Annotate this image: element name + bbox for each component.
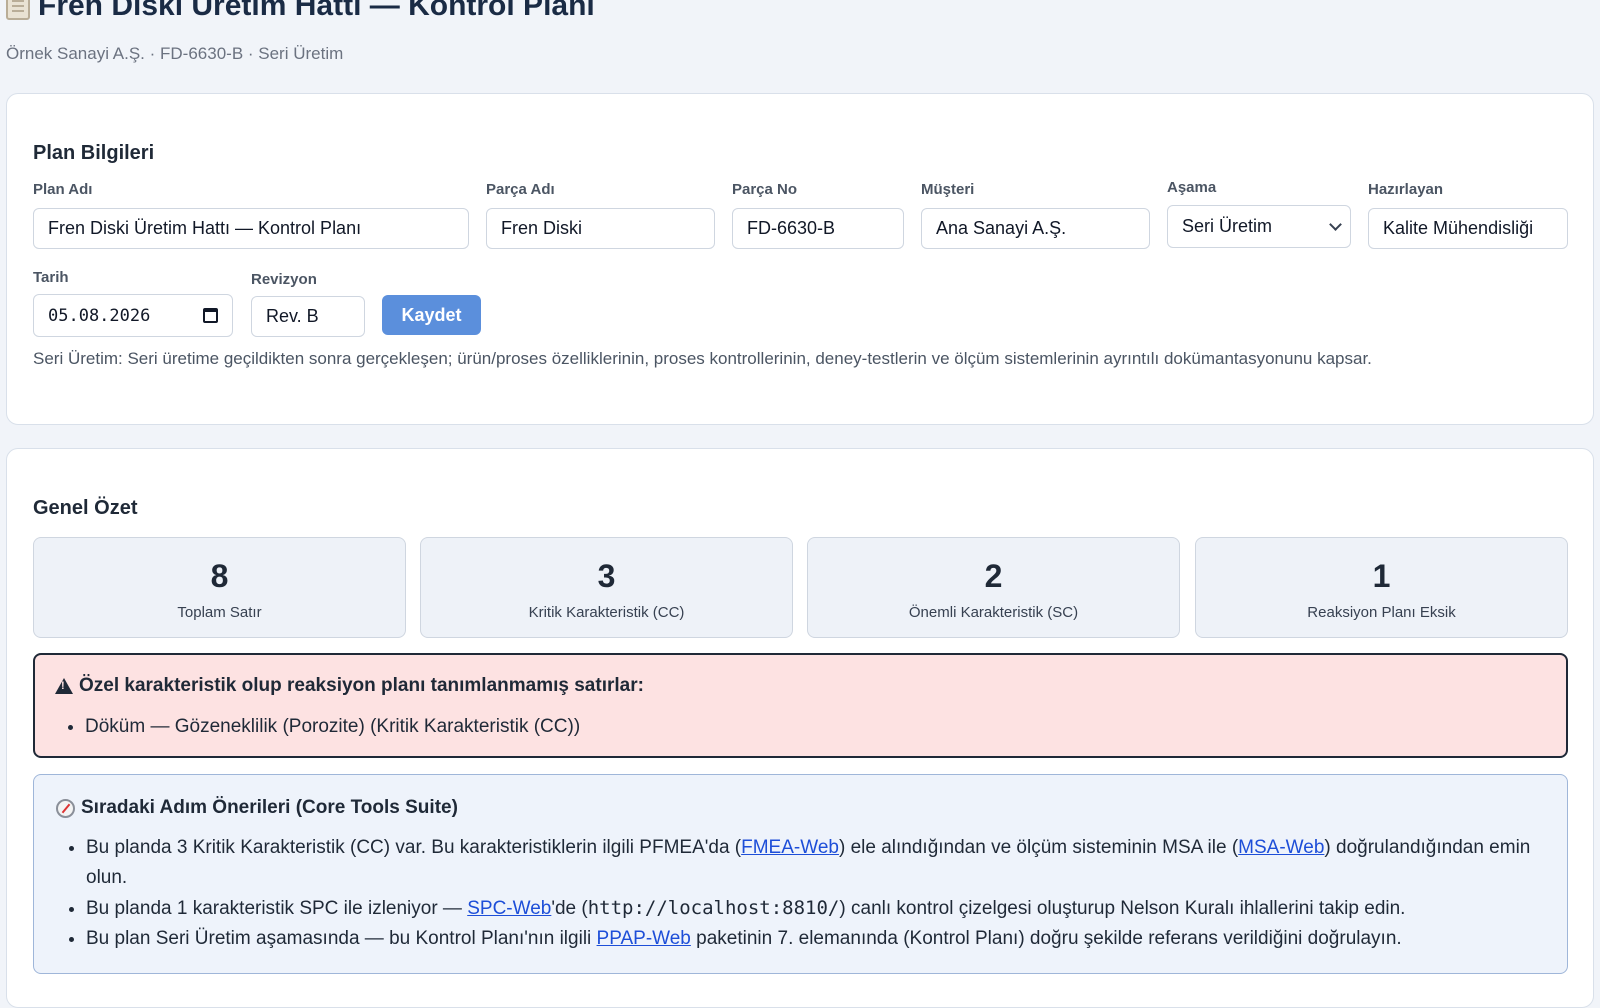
stat-significant-characteristics: 2 Önemli Karakteristik (SC) <box>807 537 1180 638</box>
stat-label: Önemli Karakteristik (SC) <box>908 604 1079 621</box>
stat-label: Reaksiyon Planı Eksik <box>1307 604 1456 621</box>
date-value: 05.08.2026 <box>48 305 151 326</box>
alert-title-text: Özel karakteristik olup reaksiyon planı … <box>79 675 644 696</box>
calendar-icon[interactable] <box>203 308 218 323</box>
stat-label: Toplam Satır <box>177 604 262 621</box>
part-name-input[interactable]: Fren Diski <box>486 208 715 249</box>
plan-info-card: Plan Bilgileri Plan Adı Fren Diski Üreti… <box>6 93 1594 425</box>
summary-card: Genel Özet 8 Toplam Satır 3 Kritik Karak… <box>6 448 1594 1008</box>
plan-info-title: Plan Bilgileri <box>33 142 155 164</box>
save-button[interactable]: Kaydet <box>382 295 481 335</box>
list-item: Bu plan Seri Üretim aşamasında — bu Kont… <box>86 924 1546 954</box>
phase-select[interactable]: Seri Üretim <box>1167 205 1351 248</box>
stat-critical-characteristics: 3 Kritik Karakteristik (CC) <box>420 537 793 638</box>
phase-label: Aşama <box>1167 179 1217 196</box>
compass-icon <box>56 798 75 818</box>
part-name-label: Parça Adı <box>486 181 555 198</box>
list-item: Bu planda 3 Kritik Karakteristik (CC) va… <box>86 833 1546 893</box>
spc-web-link[interactable]: SPC-Web <box>467 898 551 919</box>
next-steps-box: Sıradaki Adım Önerileri (Core Tools Suit… <box>33 774 1568 974</box>
customer-label: Müşteri <box>921 181 975 198</box>
stat-total-rows: 8 Toplam Satır <box>33 537 406 638</box>
stat-value: 1 <box>1372 558 1391 594</box>
stat-value: 3 <box>597 558 616 594</box>
text: Bu plan Seri Üretim aşamasında — bu Kont… <box>86 928 597 949</box>
text: 'de ( <box>551 898 588 919</box>
part-no-label: Parça No <box>732 181 798 198</box>
phase-select-value: Seri Üretim <box>1182 216 1273 236</box>
prepared-by-input[interactable]: Kalite Mühendisliği <box>1368 208 1568 249</box>
next-steps-title: Sıradaki Adım Önerileri (Core Tools Suit… <box>56 797 458 819</box>
text: Bu planda 3 Kritik Karakteristik (CC) va… <box>86 837 742 858</box>
text: ) canlı kontrol çizelgesi oluşturup Nels… <box>839 898 1406 919</box>
text: ) ele alındığından ve ölçüm sisteminin M… <box>838 837 1239 858</box>
customer-input[interactable]: Ana Sanayi A.Ş. <box>921 208 1150 249</box>
ppap-web-link[interactable]: PPAP-Web <box>597 928 691 949</box>
alert-title: Özel karakteristik olup reaksiyon planı … <box>55 675 644 697</box>
list-item: Döküm — Gözeneklilik (Porozite) (Kritik … <box>85 713 580 741</box>
clipboard-icon <box>6 0 30 20</box>
missing-reaction-plan-alert: Özel karakteristik olup reaksiyon planı … <box>33 653 1568 758</box>
page-header: Fren Diski Üretim Hattı — Kontrol Planı … <box>6 0 595 64</box>
page-subtitle: Örnek Sanayi A.Ş. · FD-6630-B · Seri Üre… <box>6 44 344 63</box>
stat-value: 2 <box>984 558 1003 594</box>
page-title: Fren Diski Üretim Hattı — Kontrol Planı <box>6 0 595 24</box>
fmea-web-link[interactable]: FMEA-Web <box>741 837 839 858</box>
spc-url: http://localhost:8810/ <box>587 897 840 919</box>
summary-title: Genel Özet <box>33 497 138 519</box>
warning-icon <box>55 678 73 694</box>
revision-input[interactable]: Rev. B <box>251 296 365 337</box>
list-item: Bu planda 1 karakteristik SPC ile izleni… <box>86 893 1546 924</box>
stat-value: 8 <box>210 558 229 594</box>
phase-description: Seri Üretim: Seri üretime geçildikten so… <box>33 349 1372 368</box>
stat-missing-reaction-plan: 1 Reaksiyon Planı Eksik <box>1195 537 1568 638</box>
part-no-input[interactable]: FD-6630-B <box>732 208 904 249</box>
stat-label: Kritik Karakteristik (CC) <box>528 604 685 621</box>
next-steps-title-text: Sıradaki Adım Önerileri (Core Tools Suit… <box>81 797 458 818</box>
text: Bu planda 1 karakteristik SPC ile izleni… <box>86 898 468 919</box>
next-steps-list: Bu planda 3 Kritik Karakteristik (CC) va… <box>56 833 1546 954</box>
msa-web-link[interactable]: MSA-Web <box>1238 837 1324 858</box>
date-input[interactable]: 05.08.2026 <box>33 294 233 337</box>
plan-name-label: Plan Adı <box>33 181 93 198</box>
plan-name-input[interactable]: Fren Diski Üretim Hattı — Kontrol Planı <box>33 208 469 249</box>
prepared-by-label: Hazırlayan <box>1368 181 1444 198</box>
text: paketinin 7. elemanında (Kontrol Planı) … <box>690 928 1402 949</box>
page-title-text: Fren Diski Üretim Hattı — Kontrol Planı <box>38 0 595 22</box>
alert-list: Döküm — Gözeneklilik (Porozite) (Kritik … <box>55 713 580 741</box>
revision-label: Revizyon <box>251 271 317 288</box>
chevron-down-icon <box>1329 218 1342 231</box>
date-label: Tarih <box>33 269 69 286</box>
